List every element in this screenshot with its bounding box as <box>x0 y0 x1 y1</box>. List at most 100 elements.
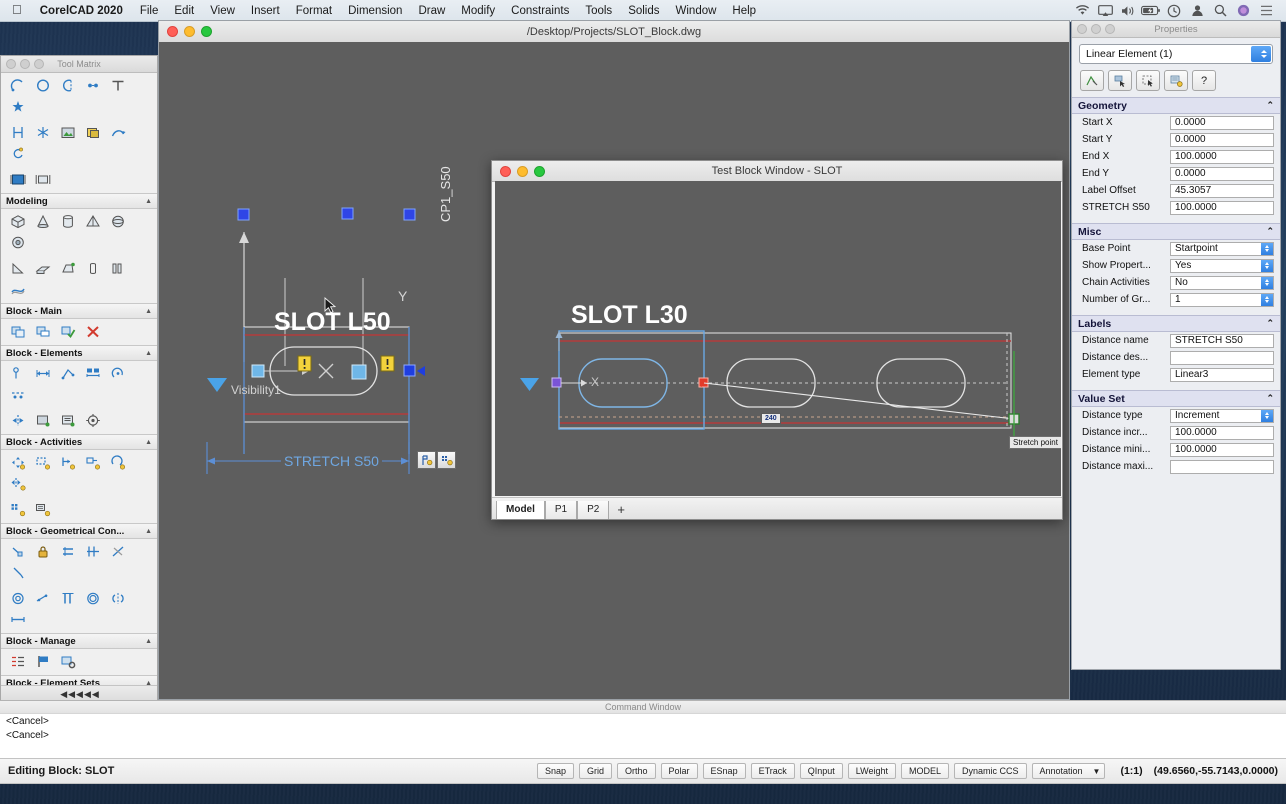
status-toggle-grid[interactable]: Grid <box>579 763 613 779</box>
loft-icon[interactable] <box>55 258 80 279</box>
halfc-icon[interactable] <box>55 75 80 96</box>
basept-icon[interactable] <box>80 410 105 431</box>
chevron-up-icon[interactable]: ▲ <box>145 638 152 645</box>
mg-set-icon[interactable] <box>55 651 80 672</box>
yellbox-icon[interactable] <box>80 122 105 143</box>
gc-fix-icon[interactable] <box>30 541 55 562</box>
apply-properties-icon[interactable] <box>1164 70 1188 91</box>
property-value-field[interactable]: 100.0000 <box>1170 149 1274 164</box>
gc-coll-icon[interactable] <box>30 588 55 609</box>
extr-icon[interactable] <box>30 258 55 279</box>
gc-coin-icon[interactable] <box>5 541 30 562</box>
properties-section-value-set[interactable]: Value Set ⌃ <box>1072 390 1280 407</box>
zoom-button[interactable] <box>534 165 545 177</box>
annotation-scale-dropdown[interactable]: Annotation ▼ <box>1031 763 1106 779</box>
actscale-icon[interactable] <box>30 452 55 473</box>
gc-smooth-icon[interactable] <box>5 562 30 583</box>
swirl-icon[interactable] <box>105 122 130 143</box>
actarr-icon[interactable] <box>5 499 30 520</box>
property-value-field[interactable]: 1 <box>1170 292 1274 307</box>
document-title-bar[interactable]: /Desktop/Projects/SLOT_Block.dwg <box>159 21 1069 43</box>
property-value-field[interactable]: 100.0000 <box>1170 442 1274 457</box>
tool-matrix-title-bar[interactable]: Tool Matrix <box>1 56 157 73</box>
brkt-icon[interactable] <box>5 122 30 143</box>
gc-perp-icon[interactable] <box>80 541 105 562</box>
add-parameter-gizmo-icon[interactable] <box>417 451 436 469</box>
chevron-updown-icon[interactable] <box>1251 46 1271 62</box>
status-toggle-lweight[interactable]: LWeight <box>847 763 896 779</box>
status-toggle-ortho[interactable]: Ortho <box>617 763 656 779</box>
apple-icon[interactable]:  <box>6 2 31 19</box>
siri-icon[interactable] <box>1233 2 1253 20</box>
property-value-field[interactable]: Yes <box>1170 258 1274 273</box>
property-value-field[interactable]: 0.0000 <box>1170 166 1274 181</box>
property-value-field[interactable]: 100.0000 <box>1170 425 1274 440</box>
chevron-up-icon[interactable]: ▲ <box>145 198 152 205</box>
menu-item-view[interactable]: View <box>202 5 243 17</box>
close-button[interactable] <box>500 165 511 177</box>
chevron-updown-icon[interactable] <box>1261 259 1273 272</box>
star-icon[interactable] <box>5 96 30 117</box>
ptparam-icon[interactable] <box>5 363 30 384</box>
add-layout-tab-button[interactable]: + <box>609 501 633 519</box>
lookup-icon[interactable] <box>55 410 80 431</box>
status-toggle-esnap[interactable]: ESnap <box>702 763 746 779</box>
test-block-canvas[interactable]: SLOT L30 X 240 Stretch point <box>495 181 1061 496</box>
close-button[interactable] <box>167 26 178 37</box>
fillsq-icon[interactable] <box>5 169 30 190</box>
help-icon[interactable]: ? <box>1192 70 1216 91</box>
status-toggle-polar[interactable]: Polar <box>660 763 698 779</box>
chevron-up-icon[interactable]: ⌃ <box>1266 318 1274 329</box>
cyl-icon[interactable] <box>55 211 80 232</box>
opensq-icon[interactable] <box>30 169 55 190</box>
control-center-icon[interactable] <box>1256 2 1276 20</box>
layout-tab-p2[interactable]: P2 <box>577 501 610 519</box>
arc-icon[interactable] <box>5 75 30 96</box>
wifi-icon[interactable] <box>1072 2 1092 20</box>
gc-tan-icon[interactable] <box>105 541 130 562</box>
twodot-icon[interactable] <box>80 75 105 96</box>
battery-icon[interactable] <box>1141 2 1161 20</box>
property-value-field[interactable]: Startpoint <box>1170 241 1274 256</box>
property-value-field[interactable]: Increment <box>1170 408 1274 423</box>
tool-section-block-elements[interactable]: Block - Elements ▲ <box>1 345 157 361</box>
chevron-up-icon[interactable]: ▲ <box>145 308 152 315</box>
torus-icon[interactable] <box>5 232 30 253</box>
property-value-field[interactable]: No <box>1170 275 1274 290</box>
snow-icon[interactable] <box>30 122 55 143</box>
test-window-traffic-lights[interactable] <box>492 165 545 177</box>
property-value-field[interactable] <box>1170 350 1274 365</box>
pick-entity-icon[interactable] <box>1108 70 1132 91</box>
property-value-field[interactable]: 0.0000 <box>1170 115 1274 130</box>
visparam-icon[interactable] <box>30 410 55 431</box>
actlkp-icon[interactable] <box>30 499 55 520</box>
spiral-icon[interactable] <box>5 143 30 164</box>
menu-item-window[interactable]: Window <box>668 5 725 17</box>
sphere-icon[interactable] <box>105 211 130 232</box>
mesh-icon[interactable] <box>5 279 30 300</box>
user-icon[interactable] <box>1187 2 1207 20</box>
menu-item-insert[interactable]: Insert <box>243 5 288 17</box>
window-traffic-lights[interactable] <box>159 26 212 37</box>
gc-conc-icon[interactable] <box>5 588 30 609</box>
properties-title-bar[interactable]: Properties <box>1072 21 1280 38</box>
mg-list-icon[interactable] <box>5 651 30 672</box>
tool-section-modeling[interactable]: Modeling ▲ <box>1 193 157 209</box>
test-window-layout-tabs[interactable]: Model P1 P2 + <box>492 497 1062 519</box>
menu-item-modify[interactable]: Modify <box>453 5 503 17</box>
chevron-updown-icon[interactable] <box>1261 293 1273 306</box>
properties-section-labels[interactable]: Labels ⌃ <box>1072 315 1280 332</box>
search-icon[interactable] <box>1210 2 1230 20</box>
chevron-up-icon[interactable]: ▲ <box>145 528 152 535</box>
gc-sym-icon[interactable] <box>105 588 130 609</box>
zoom-button[interactable] <box>201 26 212 37</box>
status-toggle-qinput[interactable]: QInput <box>799 763 843 779</box>
actflip-icon[interactable] <box>5 473 30 494</box>
menu-item-constraints[interactable]: Constraints <box>503 5 577 17</box>
property-value-field[interactable]: Linear3 <box>1170 367 1274 382</box>
pyr-icon[interactable] <box>80 211 105 232</box>
tee-icon[interactable] <box>105 75 130 96</box>
chevron-down-icon[interactable]: ▼ <box>1093 767 1101 776</box>
linparam-icon[interactable] <box>30 363 55 384</box>
gc-par-icon[interactable] <box>55 541 80 562</box>
